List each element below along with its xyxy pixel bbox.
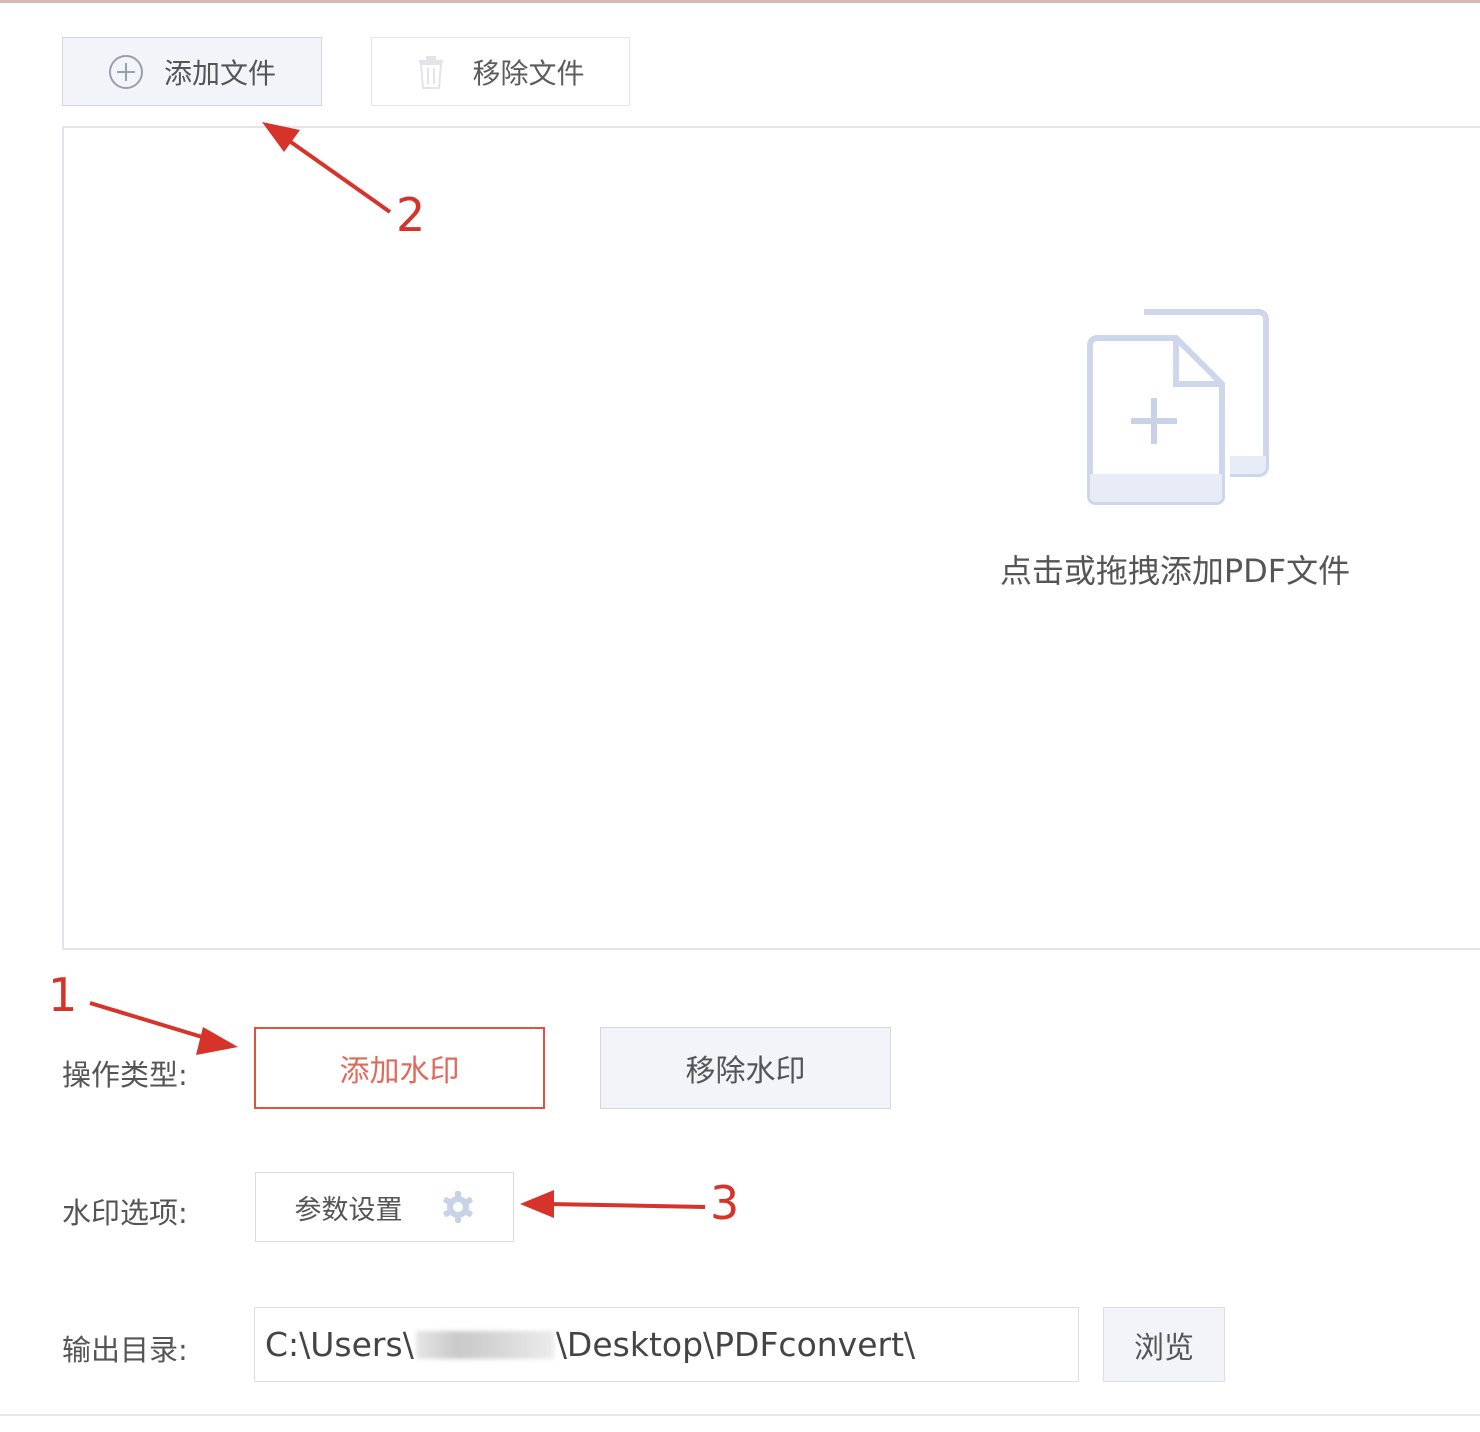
step-number-1: 1 — [48, 968, 78, 1022]
annotation-arrows — [89, 122, 706, 1218]
arrow-1-icon — [89, 1001, 238, 1055]
step-number-3: 3 — [710, 1176, 740, 1230]
arrow-3-icon — [520, 1190, 706, 1218]
step-number-2: 2 — [396, 188, 426, 242]
arrow-2-icon — [262, 122, 392, 214]
